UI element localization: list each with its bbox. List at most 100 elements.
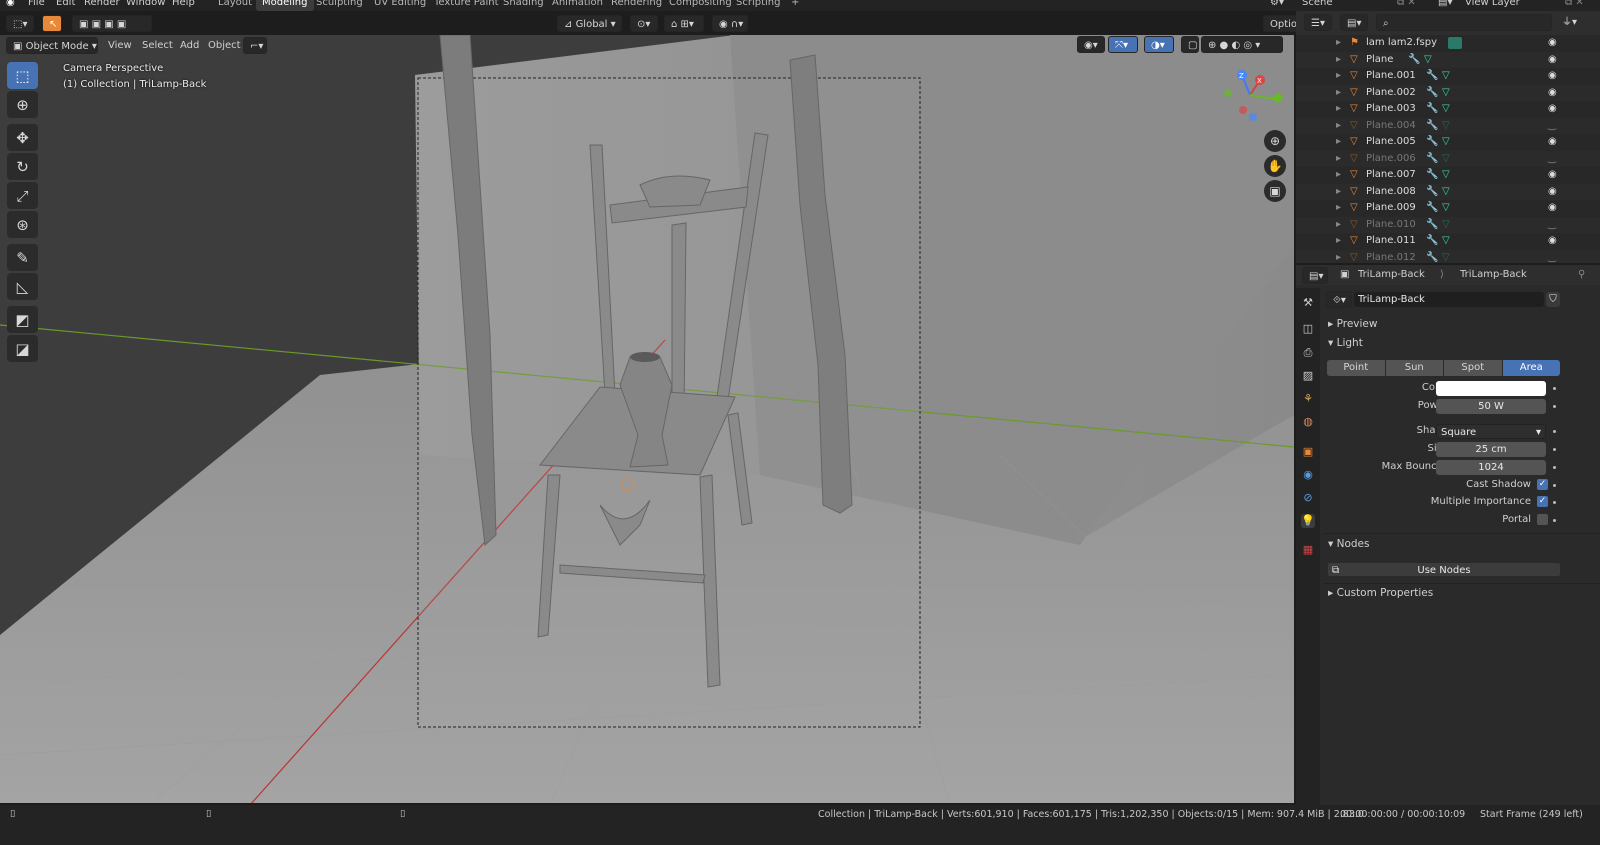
mesh-data-icon[interactable]: ▽: [1442, 184, 1450, 200]
scene-tab-icon[interactable]: ⚘: [1301, 392, 1315, 406]
tab-shading[interactable]: Shading: [497, 0, 550, 11]
eye-closed-icon[interactable]: ‿: [1548, 217, 1556, 233]
transform-icon[interactable]: ⊛: [7, 211, 38, 238]
blender-logo-icon[interactable]: ◉: [6, 0, 15, 8]
pivot-point-icon[interactable]: ⊙▾: [630, 15, 658, 32]
outliner-row-name[interactable]: Plane.010: [1366, 217, 1416, 233]
scene-name[interactable]: Scene: [1302, 0, 1333, 8]
outliner-row[interactable]: ▸ ▽ Plane.009 🔧 ▽ ◉: [1296, 200, 1600, 216]
preview-section-header[interactable]: ▸ Preview: [1328, 318, 1377, 330]
outliner-row-name[interactable]: Plane.006: [1366, 151, 1416, 167]
expand-arrow-icon[interactable]: ▸: [1336, 118, 1341, 134]
menu-help[interactable]: Help: [172, 0, 195, 8]
modifier-wrench-icon[interactable]: 🔧: [1426, 101, 1438, 117]
size-field[interactable]: 25 cm: [1436, 442, 1546, 457]
object-options-icon[interactable]: ⌐▾: [243, 37, 267, 54]
outliner-row-name[interactable]: Plane.002: [1366, 85, 1416, 101]
mesh-data-icon[interactable]: ▽: [1442, 68, 1450, 84]
3d-viewport[interactable]: Camera Perspective (1) Collection | TriL…: [0, 35, 1294, 803]
eye-icon[interactable]: ◉: [1548, 68, 1557, 84]
shading-mode-icons[interactable]: ⊕ ● ◐ ◎ ▾: [1201, 36, 1283, 53]
outliner-row[interactable]: ▸ ▽ Plane.006 🔧 ▽ ‿: [1296, 150, 1600, 167]
outliner-row-name[interactable]: Plane.003: [1366, 101, 1416, 117]
proportional-edit-icon[interactable]: ◉ ∩▾: [712, 15, 748, 32]
portal-checkbox[interactable]: [1537, 514, 1548, 525]
outliner-row-name[interactable]: Plane.011: [1366, 233, 1416, 249]
eye-icon[interactable]: ◉: [1548, 184, 1557, 200]
modifier-wrench-icon[interactable]: 🔧: [1426, 68, 1438, 84]
light-section-header[interactable]: ▾ Light: [1328, 337, 1363, 349]
menu-object[interactable]: Object: [208, 37, 241, 54]
use-nodes-button[interactable]: ⧉ Use Nodes: [1327, 562, 1561, 577]
eye-closed-icon[interactable]: ‿: [1548, 118, 1556, 134]
outliner-row[interactable]: ▸ ▽ Plane.011 🔧 ▽ ◉: [1296, 233, 1600, 249]
texture-tab-icon[interactable]: ▦: [1301, 543, 1315, 557]
eye-icon[interactable]: ◉: [1548, 134, 1557, 150]
scene-selector-icon[interactable]: ⚙▾: [1270, 0, 1284, 8]
new-view-layer-icon[interactable]: ⧉ ✕: [1565, 0, 1584, 8]
visibility-filter-icon[interactable]: ◉▾: [1077, 36, 1105, 53]
outliner-row-name[interactable]: Plane: [1366, 52, 1393, 68]
modifier-wrench-icon[interactable]: 🔧: [1426, 167, 1438, 183]
tab-animation[interactable]: Animation: [546, 0, 609, 11]
select-tool-icon[interactable]: ↖: [42, 15, 62, 32]
expand-arrow-icon[interactable]: ▸: [1336, 101, 1341, 117]
outliner-row[interactable]: ▸ ▽ Plane.005 🔧 ▽ ◉: [1296, 134, 1600, 150]
mesh-data-icon[interactable]: ▽: [1442, 134, 1450, 150]
snap-icon[interactable]: ⌂ ⊞▾: [664, 15, 704, 32]
outliner-row-name[interactable]: Plane.007: [1366, 167, 1416, 183]
datablock-name-field[interactable]: TriLamp-Back: [1354, 292, 1544, 307]
tab-layout[interactable]: Layout: [212, 0, 258, 11]
outliner-row-name[interactable]: Plane.005: [1366, 134, 1416, 150]
light-datablock-icon[interactable]: ⟐▾: [1326, 291, 1352, 308]
modifier-wrench-icon[interactable]: 🔧: [1426, 217, 1438, 233]
tab-uv-editing[interactable]: UV Editing: [368, 0, 432, 11]
outliner-row[interactable]: ▸ ▽ Plane.008 🔧 ▽ ◉: [1296, 183, 1600, 200]
menu-select[interactable]: Select: [142, 37, 173, 54]
xray-toggle-icon[interactable]: ▢: [1181, 36, 1199, 53]
custom-properties-section-header[interactable]: ▸ Custom Properties: [1328, 587, 1433, 599]
modifier-wrench-icon[interactable]: 🔧: [1408, 52, 1420, 68]
selection-mode-icons[interactable]: ▣ ▣ ▣ ▣: [72, 15, 152, 32]
fake-user-icon[interactable]: ⛉: [1546, 292, 1560, 307]
annotate-icon[interactable]: ✎: [7, 244, 38, 271]
eye-icon[interactable]: ◉: [1548, 85, 1557, 101]
navigation-gizmo[interactable]: X Z: [1220, 65, 1290, 135]
tool-tab-icon[interactable]: ⚒: [1301, 296, 1315, 310]
expand-arrow-icon[interactable]: ▸: [1336, 184, 1341, 200]
modifier-wrench-icon[interactable]: 🔧: [1426, 118, 1438, 134]
outliner-row-name[interactable]: Plane.001: [1366, 68, 1416, 84]
move-icon[interactable]: ✥: [7, 124, 38, 151]
eye-closed-icon[interactable]: ‿: [1548, 151, 1556, 167]
render-tab-icon[interactable]: ◫: [1301, 322, 1315, 336]
expand-arrow-icon[interactable]: ▸: [1336, 217, 1341, 233]
mesh-data-icon[interactable]: ▽: [1442, 85, 1450, 101]
outliner-row[interactable]: ▸ ⚑ lam lam2.fspy ◉: [1296, 35, 1600, 51]
transform-orientation-dropdown[interactable]: ⊿ Global ▾: [557, 15, 622, 32]
outliner-row-name[interactable]: lam lam2.fspy: [1366, 35, 1437, 51]
mesh-data-icon[interactable]: ▽: [1442, 217, 1450, 233]
menu-window[interactable]: Window: [126, 0, 165, 8]
color-swatch[interactable]: [1436, 381, 1546, 396]
camera-data-icon[interactable]: [1448, 37, 1462, 49]
breadcrumb-data[interactable]: TriLamp-Back: [1460, 266, 1527, 283]
expand-arrow-icon[interactable]: ▸: [1336, 68, 1341, 84]
world-tab-icon[interactable]: ◍: [1301, 415, 1315, 429]
mode-dropdown[interactable]: ▣ Object Mode ▾: [6, 37, 98, 54]
tab-compositing[interactable]: Compositing: [663, 0, 738, 11]
eye-icon[interactable]: ◉: [1548, 52, 1557, 68]
eye-icon[interactable]: ◉: [1548, 200, 1557, 216]
mesh-data-icon[interactable]: ▽: [1442, 250, 1450, 264]
new-scene-icon[interactable]: ⧉ ✕: [1397, 0, 1416, 8]
outliner-row[interactable]: ▸ ▽ Plane.010 🔧 ▽ ‿: [1296, 216, 1600, 233]
modifier-wrench-icon[interactable]: 🔧: [1426, 184, 1438, 200]
output-tab-icon[interactable]: ⎙: [1301, 346, 1315, 360]
constraints-tab-icon[interactable]: ⊘: [1301, 491, 1315, 505]
pin-icon[interactable]: ⚲: [1578, 266, 1585, 283]
mesh-data-icon[interactable]: ▽: [1442, 233, 1450, 249]
view-layer-tab-icon[interactable]: ▨: [1301, 369, 1315, 383]
add-cube-icon[interactable]: ◩: [7, 306, 38, 333]
outliner-row[interactable]: ▸ ▽ Plane.004 🔧 ▽ ‿: [1296, 117, 1600, 134]
light-type-area[interactable]: Area: [1502, 360, 1560, 376]
menu-edit[interactable]: Edit: [56, 0, 75, 8]
